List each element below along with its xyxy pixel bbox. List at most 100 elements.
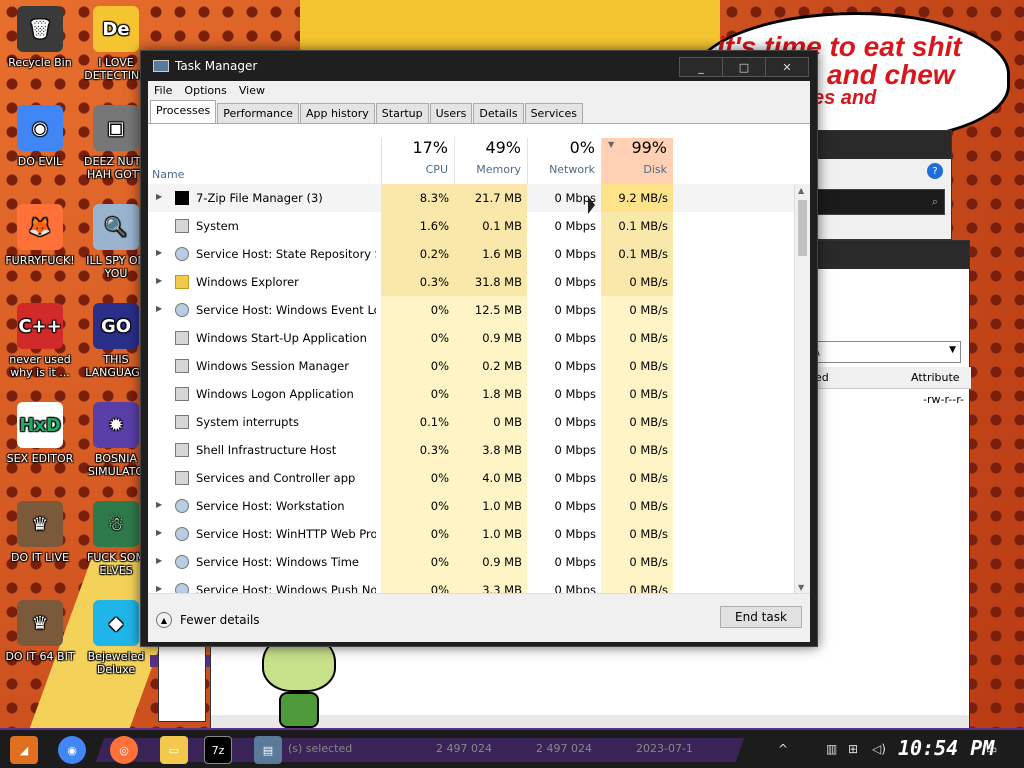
- process-row[interactable]: ▶ Service Host: State Repository S... 0.2%…: [148, 240, 794, 268]
- column-header-cpu[interactable]: 17% CPU: [381, 138, 454, 184]
- menu-view[interactable]: View: [239, 84, 265, 97]
- task-manager-taskbar-button[interactable]: ▤: [254, 736, 282, 764]
- process-row[interactable]: Windows Logon Application 0% 1.8 MB 0 Mbps 0…: [148, 380, 794, 408]
- process-row[interactable]: ▶ Service Host: WinHTTP Web Pro... 0% 1.0 M…: [148, 520, 794, 548]
- tab-app-history[interactable]: App history: [299, 103, 375, 123]
- menu-options[interactable]: Options: [184, 84, 226, 97]
- chrome-taskbar-button[interactable]: ◉: [58, 736, 86, 764]
- process-row[interactable]: System 1.6% 0.1 MB 0 Mbps 0.1 MB/s: [148, 212, 794, 240]
- sevenzip-taskbar-button[interactable]: 7z: [204, 736, 232, 764]
- minimize-button[interactable]: _: [679, 57, 723, 77]
- process-icon: [175, 555, 189, 569]
- process-network: 0 Mbps: [554, 527, 597, 541]
- process-row[interactable]: ▶ Service Host: Windows Time 0% 0.9 MB 0 Mbp…: [148, 548, 794, 576]
- expand-arrow-icon[interactable]: ▶: [156, 528, 162, 537]
- process-row[interactable]: ▶ Service Host: Windows Push Not... 0% 3.3 …: [148, 576, 794, 594]
- background-window-search[interactable]: ? ⌕: [810, 130, 952, 240]
- scrollbar-thumb[interactable]: [798, 200, 807, 256]
- background-search-box[interactable]: ⌕: [817, 189, 945, 215]
- process-name: Windows Start-Up Application: [196, 331, 367, 345]
- process-icon: [175, 359, 189, 373]
- process-disk: 0 MB/s: [601, 548, 673, 576]
- process-cpu: 1.6%: [381, 212, 454, 240]
- desktop-app-icon: ♛: [17, 501, 63, 547]
- expand-arrow-icon[interactable]: ▶: [156, 192, 162, 201]
- process-network: 0 Mbps: [554, 583, 597, 594]
- process-row[interactable]: ▶ 7-Zip File Manager (3) 8.3% 21.7 MB 0 Mbps…: [148, 184, 794, 212]
- process-row[interactable]: Windows Session Manager 0% 0.2 MB 0 Mbps 0 M…: [148, 352, 794, 380]
- process-row[interactable]: ▶ Windows Explorer 0.3% 31.8 MB 0 Mbps 0 MB/s: [148, 268, 794, 296]
- start-button[interactable]: ◢: [10, 736, 38, 764]
- column-header-disk[interactable]: ▼ 99% Disk: [601, 138, 673, 184]
- process-name: System: [196, 219, 239, 233]
- device-icon[interactable]: ▥: [826, 742, 837, 756]
- process-network: 0 Mbps: [554, 499, 597, 513]
- desktop-icon[interactable]: HxD SEX EDITOR: [0, 402, 80, 465]
- process-row[interactable]: Services and Controller app 0% 4.0 MB 0 Mbp…: [148, 464, 794, 492]
- process-disk: 0 MB/s: [601, 408, 673, 436]
- expand-arrow-icon[interactable]: ▶: [156, 248, 162, 257]
- scroll-down-icon[interactable]: ▼: [798, 583, 804, 592]
- scroll-up-icon[interactable]: ▲: [798, 186, 804, 195]
- fewer-details-button[interactable]: ▲ Fewer details: [156, 612, 260, 628]
- desktop-icon[interactable]: ♛ DO IT LIVE: [0, 501, 80, 564]
- desktop-icon[interactable]: 🦊 FURRYFUCK!: [0, 204, 80, 267]
- process-icon: [175, 191, 189, 205]
- expand-arrow-icon[interactable]: ▶: [156, 500, 162, 509]
- tab-processes[interactable]: Processes: [150, 100, 217, 123]
- close-button[interactable]: ✕: [765, 57, 809, 77]
- notification-icon[interactable]: ▭: [986, 742, 997, 756]
- network-icon[interactable]: ⊞: [848, 742, 858, 756]
- attribute-value: -rw-r--r-: [923, 393, 965, 406]
- process-cpu: 0%: [381, 380, 454, 408]
- explorer-taskbar-button[interactable]: ▭: [160, 736, 188, 764]
- tab-users[interactable]: Users: [429, 103, 473, 123]
- process-disk: 0 MB/s: [601, 352, 673, 380]
- menu-file[interactable]: File: [154, 84, 172, 97]
- tab-startup[interactable]: Startup: [375, 103, 429, 123]
- desktop-icon[interactable]: 🗑 Recycle Bin: [0, 6, 80, 69]
- process-row[interactable]: System interrupts 0.1% 0 MB 0 Mbps 0 MB/s: [148, 408, 794, 436]
- process-memory: 1.0 MB: [454, 520, 527, 548]
- column-header-memory[interactable]: 49% Memory: [454, 138, 527, 184]
- column-header-attributes[interactable]: Attribute: [911, 371, 960, 384]
- expand-arrow-icon[interactable]: ▶: [156, 584, 162, 593]
- expand-arrow-icon[interactable]: ▶: [156, 556, 162, 565]
- volume-icon[interactable]: ◁): [872, 742, 886, 756]
- clock[interactable]: 10:54 PM: [898, 736, 994, 760]
- desktop-icon[interactable]: ♛ DO IT 64 BIT: [0, 600, 80, 663]
- help-icon[interactable]: ?: [927, 163, 943, 179]
- process-memory: 0.9 MB: [454, 324, 527, 352]
- disk-label: Disk: [643, 163, 667, 176]
- desktop-icon[interactable]: C++ never used why is it ...: [0, 303, 80, 379]
- process-network: 0 Mbps: [554, 555, 597, 569]
- process-row[interactable]: Windows Start-Up Application 0% 0.9 MB 0 Mb…: [148, 324, 794, 352]
- chevron-up-tray-icon[interactable]: ^: [778, 742, 788, 756]
- firefox-taskbar-button[interactable]: ◎: [110, 736, 138, 764]
- column-header-network[interactable]: 0% Network: [527, 138, 601, 184]
- maximize-button[interactable]: □: [722, 57, 766, 77]
- process-network: 0 Mbps: [554, 275, 597, 289]
- archive-path-field[interactable]: \ ▼: [811, 341, 961, 363]
- process-row[interactable]: Shell Infrastructure Host 0.3% 3.8 MB 0 Mbp…: [148, 436, 794, 464]
- desktop-icon[interactable]: ◉ DO EVIL: [0, 105, 80, 168]
- tab-services[interactable]: Services: [524, 103, 583, 123]
- end-task-button[interactable]: End task: [720, 606, 802, 628]
- process-row[interactable]: ▶ Service Host: Windows Event Log 0% 12.5 M…: [148, 296, 794, 324]
- process-cpu: 0.1%: [381, 408, 454, 436]
- process-name: Windows Explorer: [196, 275, 299, 289]
- sort-arrow-icon: ▼: [608, 140, 615, 149]
- expand-arrow-icon[interactable]: ▶: [156, 304, 162, 313]
- process-row[interactable]: ▶ Service Host: Workstation 0% 1.0 MB 0 Mbps…: [148, 492, 794, 520]
- process-disk: 0.1 MB/s: [601, 240, 673, 268]
- tab-details[interactable]: Details: [473, 103, 524, 123]
- tab-performance[interactable]: Performance: [217, 103, 299, 123]
- process-network: 0 Mbps: [554, 471, 597, 485]
- expand-arrow-icon[interactable]: ▶: [156, 276, 162, 285]
- column-header-name[interactable]: Name: [152, 168, 184, 181]
- vertical-scrollbar[interactable]: ▲ ▼: [794, 184, 810, 594]
- task-manager-window[interactable]: Task Manager _ □ ✕ File Options View Pro…: [140, 50, 818, 647]
- desktop-app-icon: De: [93, 6, 139, 52]
- process-name: Shell Infrastructure Host: [196, 443, 337, 457]
- process-cpu: 8.3%: [381, 184, 454, 212]
